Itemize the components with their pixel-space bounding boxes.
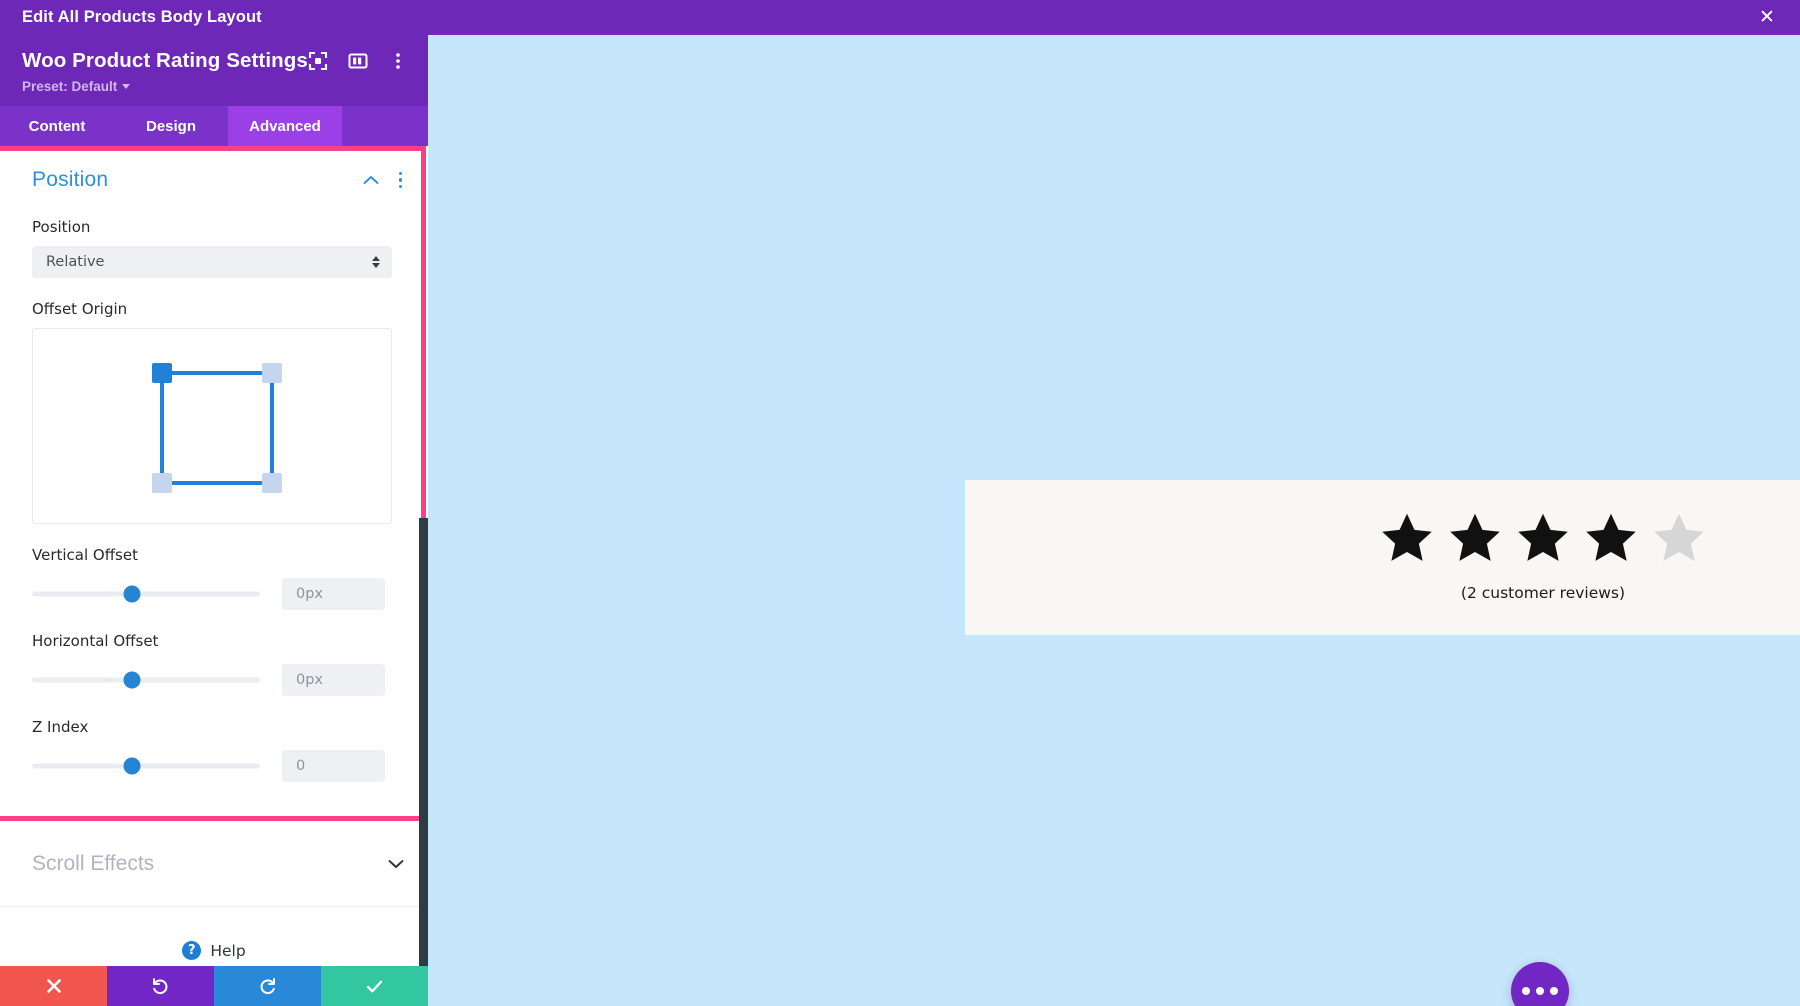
position-section-options-icon[interactable] bbox=[397, 170, 405, 191]
vertical-offset-slider-track bbox=[32, 591, 260, 597]
caret-down-icon bbox=[122, 84, 131, 89]
panel-action-bar bbox=[0, 966, 428, 1006]
panel-scrollbar[interactable] bbox=[419, 146, 428, 966]
tab-advanced-label: Advanced bbox=[249, 117, 321, 135]
horizontal-offset-slider[interactable] bbox=[32, 671, 260, 689]
redo-button[interactable] bbox=[214, 966, 321, 1006]
star-filled-icon-4 bbox=[1586, 513, 1636, 561]
app-root: Edit All Products Body Layout ✕ (2 custo… bbox=[0, 0, 1800, 1006]
position-section-bottom-spacer bbox=[0, 782, 428, 822]
kebab-dot-2 bbox=[398, 178, 402, 182]
position-section: Position Position Relative Offset Origin… bbox=[0, 146, 428, 822]
vertical-offset-field: Vertical Offset 0px bbox=[0, 546, 428, 610]
panel-tabs: Content Design Advanced bbox=[0, 106, 428, 146]
focus-target-icon[interactable] bbox=[308, 51, 328, 71]
horizontal-offset-label: Horizontal Offset bbox=[32, 632, 159, 650]
window-title: Edit All Products Body Layout bbox=[22, 8, 262, 26]
tab-content-label: Content bbox=[28, 117, 86, 135]
origin-line-left bbox=[160, 371, 164, 485]
position-field-label: Position bbox=[32, 218, 91, 236]
ellipsis-dot-2 bbox=[1536, 987, 1544, 995]
panel-scrollbar-thumb[interactable] bbox=[419, 518, 428, 966]
preview-canvas: (2 customer reviews) bbox=[428, 35, 1800, 1006]
offset-origin-label: Offset Origin bbox=[32, 300, 128, 318]
origin-line-bottom bbox=[160, 481, 274, 485]
arrow-up-icon bbox=[372, 256, 380, 261]
close-icon bbox=[46, 979, 61, 993]
star-filled-icon-2 bbox=[1450, 513, 1500, 561]
offset-origin-handle-bottom-left[interactable] bbox=[152, 473, 172, 493]
star-filled-icon-1 bbox=[1382, 513, 1432, 561]
preset-selector[interactable]: Preset: Default bbox=[22, 79, 408, 94]
z-index-slider-track bbox=[32, 763, 260, 769]
offset-origin-handle-top-right[interactable] bbox=[262, 363, 282, 383]
offset-origin-handle-bottom-right[interactable] bbox=[262, 473, 282, 493]
origin-line-right bbox=[270, 371, 274, 485]
checkmark-icon bbox=[366, 980, 383, 992]
panel-header: Woo Product Rating Settings Preset: Defa… bbox=[0, 35, 428, 106]
vertical-offset-label: Vertical Offset bbox=[32, 546, 138, 564]
position-field: Position Relative bbox=[0, 218, 428, 278]
offset-origin-handle-top-left[interactable] bbox=[152, 363, 172, 383]
offset-origin-picker[interactable] bbox=[32, 328, 392, 524]
offset-origin-field: Offset Origin bbox=[0, 300, 428, 524]
panel-scroll-area[interactable]: Position Position Relative Offset Origin… bbox=[0, 146, 428, 966]
tab-advanced[interactable]: Advanced bbox=[228, 106, 342, 146]
star-filled-icon-3 bbox=[1518, 513, 1568, 561]
horizontal-offset-input[interactable]: 0px bbox=[282, 664, 385, 696]
z-index-label: Z Index bbox=[32, 718, 89, 736]
position-select-value: Relative bbox=[46, 254, 105, 270]
module-settings-panel: Woo Product Rating Settings Preset: Defa… bbox=[0, 35, 428, 1006]
ellipsis-dot-3 bbox=[1550, 987, 1558, 995]
tabs-spacer bbox=[342, 106, 428, 146]
star-empty-icon-5 bbox=[1654, 513, 1704, 561]
cancel-button[interactable] bbox=[0, 966, 107, 1006]
position-select[interactable]: Relative bbox=[32, 246, 392, 278]
question-mark-icon: ? bbox=[182, 941, 202, 960]
position-section-title: Position bbox=[32, 168, 109, 191]
z-index-field: Z Index 0 bbox=[0, 718, 428, 782]
chevron-up-icon[interactable] bbox=[363, 175, 379, 185]
kebab-dot-1 bbox=[398, 171, 402, 176]
star-rating bbox=[965, 510, 1800, 566]
help-label: Help bbox=[210, 941, 246, 960]
vertical-offset-slider-thumb[interactable] bbox=[123, 585, 141, 603]
help-button[interactable]: ? Help bbox=[0, 907, 428, 960]
origin-line-top bbox=[160, 371, 274, 375]
save-button[interactable] bbox=[321, 966, 428, 1006]
woo-product-rating-module[interactable]: (2 customer reviews) bbox=[965, 480, 1800, 635]
chevron-down-icon[interactable] bbox=[388, 859, 404, 869]
position-section-header[interactable]: Position bbox=[0, 146, 428, 196]
redo-arrow-icon bbox=[260, 977, 275, 994]
page-settings-fab[interactable] bbox=[1511, 962, 1569, 1006]
undo-arrow-icon bbox=[153, 977, 168, 994]
scroll-effects-section-header[interactable]: Scroll Effects bbox=[0, 822, 428, 907]
z-index-slider[interactable] bbox=[32, 757, 260, 775]
z-index-input[interactable]: 0 bbox=[282, 750, 385, 782]
review-count-label: (2 customer reviews) bbox=[1460, 584, 1626, 602]
select-stepper-arrows-icon bbox=[372, 256, 380, 268]
kebab-menu-icon[interactable] bbox=[388, 51, 408, 71]
ellipsis-dot-1 bbox=[1522, 987, 1530, 995]
layout-panel-icon[interactable] bbox=[348, 51, 368, 71]
horizontal-offset-slider-track bbox=[32, 677, 260, 683]
tab-design-label: Design bbox=[145, 117, 196, 135]
horizontal-offset-slider-thumb[interactable] bbox=[123, 671, 141, 689]
horizontal-offset-field: Horizontal Offset 0px bbox=[0, 632, 428, 696]
arrow-down-icon bbox=[372, 263, 380, 268]
undo-button[interactable] bbox=[107, 966, 214, 1006]
kebab-dot-3 bbox=[398, 184, 402, 189]
panel-title: Woo Product Rating Settings bbox=[22, 49, 308, 72]
vertical-offset-slider[interactable] bbox=[32, 585, 260, 603]
tab-content[interactable]: Content bbox=[0, 106, 114, 146]
preset-label: Preset: Default bbox=[22, 79, 118, 94]
close-icon[interactable]: ✕ bbox=[1756, 7, 1778, 29]
tab-design[interactable]: Design bbox=[114, 106, 228, 146]
scroll-effects-title: Scroll Effects bbox=[32, 852, 155, 875]
vertical-offset-input[interactable]: 0px bbox=[282, 578, 385, 610]
window-title-bar: Edit All Products Body Layout ✕ bbox=[0, 0, 1800, 35]
z-index-slider-thumb[interactable] bbox=[123, 757, 141, 775]
